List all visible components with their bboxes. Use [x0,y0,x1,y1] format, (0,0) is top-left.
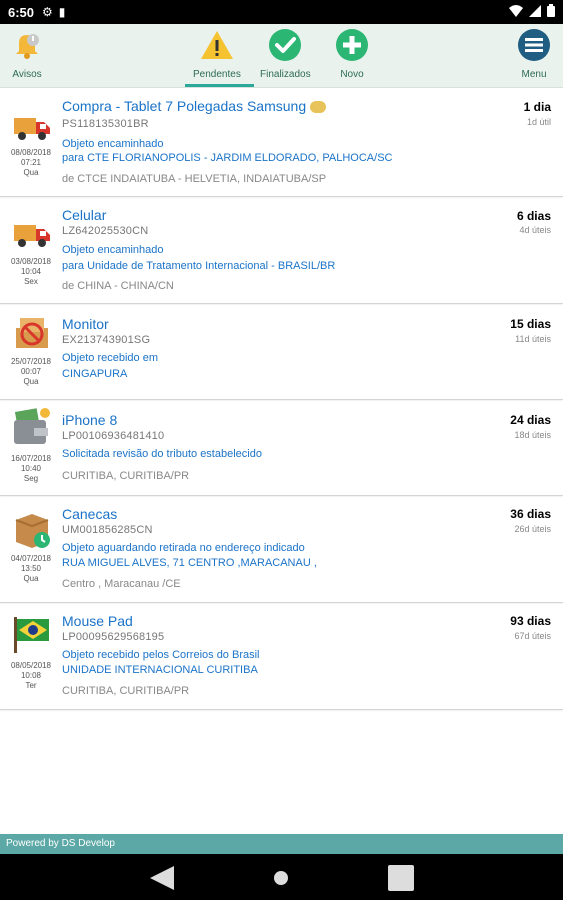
item-title: iPhone 8 [62,412,118,428]
item-title: Monitor [62,316,109,332]
item-days: 1 dia [523,100,551,114]
item-destination: CINGAPURA [62,368,128,380]
item-days: 24 dias [510,413,551,427]
list-item[interactable]: 25/07/2018 00:07 Qua Monitor EX213743901SG… [0,304,563,400]
novo-button[interactable]: Novo [335,28,369,80]
active-tab-indicator [185,84,254,87]
customs-icon [12,314,52,350]
item-destination: RUA MIGUEL ALVES, 71 CENTRO ,MARACANAU , [62,557,317,569]
item-days: 36 dias [510,507,551,521]
item-status: Objeto recebido pelos Correios do Brasil [62,649,260,661]
list-item[interactable]: 04/07/2018 13:50 Qua Canecas UM001856285CN… [0,496,563,603]
item-date: 08/05/2018 10:08 Ter [10,661,52,690]
item-date: 08/08/2018 07:21 Qua [10,148,52,177]
status-bar: 6:50 ⚙ ▮ [0,0,563,24]
item-title: Compra - Tablet 7 Polegadas Samsung [62,98,326,114]
tracking-code: LZ642025530CN [62,225,149,237]
item-origin: CURITIBA, CURITIBA/PR [62,470,190,482]
item-title: Mouse Pad [62,613,133,629]
item-days: 93 dias [510,614,551,628]
sd-card-icon: ▮ [58,5,66,19]
item-date: 16/07/2018 10:40 Seg [10,454,52,483]
list-item[interactable]: 03/08/2018 10:04 Sex Celular LZ642025530CN… [0,197,563,304]
plus-circle-icon [335,28,369,62]
item-business-days: 11d úteis [515,334,551,344]
check-circle-icon [268,28,302,62]
item-business-days: 18d úteis [514,430,551,440]
novo-label: Novo [340,69,364,80]
item-days: 15 dias [510,317,551,331]
powered-by-footer: Powered by DS Develop [0,834,563,854]
item-destination: para CTE FLORIANOPOLIS - JARDIM ELDORADO… [62,152,393,164]
wifi-icon [509,4,523,20]
item-business-days: 26d úteis [514,524,551,534]
item-status: Objeto encaminhado [62,244,164,256]
item-business-days: 1d útil [526,117,551,127]
menu-label: Menu [521,69,547,80]
tab-finalizados-label: Finalizados [260,69,311,80]
item-business-days: 4d úteis [519,225,551,235]
item-business-days: 67d úteis [514,631,551,641]
brazil-flag-icon [12,615,52,653]
item-destination: UNIDADE INTERNACIONAL CURITIBA [62,664,258,676]
menu-button[interactable]: Menu [517,28,551,80]
clock: 6:50 [8,4,35,20]
avisos-label: Avisos [12,69,42,80]
item-origin: CURITIBA, CURITIBA/PR [62,685,190,697]
tracking-code: LP00095629568195 [62,631,165,643]
box-clock-icon [12,510,52,548]
item-date: 03/08/2018 10:04 Sex [10,257,52,286]
list-item[interactable]: 08/08/2018 07:21 Qua Compra - Tablet 7 Pol… [0,88,563,197]
cell-signal-icon [529,4,541,20]
item-status: Objeto encaminhado [62,138,164,150]
toolbar: Avisos Pendentes Finalizados Novo Menu [0,24,563,88]
tracking-code: UM001856285CN [62,524,153,536]
wallet-icon [12,408,52,444]
item-date: 04/07/2018 13:50 Qua [10,554,52,583]
tracking-code: LP00106936481410 [62,430,165,442]
tracking-code: EX213743901SG [62,334,151,346]
bell-icon [10,28,44,62]
android-nav-bar [0,854,563,900]
item-destination: para Unidade de Tratamento Internacional… [62,260,336,272]
item-origin: Centro , Maracanau /CE [62,578,181,590]
item-origin: de CHINA - CHINA/CN [62,280,174,292]
menu-icon [517,28,551,62]
tracking-code: PS118135301BR [62,118,149,130]
item-status: Solicitada revisão do tributo estabeleci… [62,448,262,460]
tab-pendentes[interactable]: Pendentes [193,28,241,80]
item-status: Objeto recebido em [62,352,158,364]
tab-finalizados[interactable]: Finalizados [260,28,311,80]
battery-icon [547,4,555,20]
list-item[interactable]: 16/07/2018 10:40 Seg iPhone 8 LP0010693648… [0,400,563,496]
avisos-button[interactable]: Avisos [10,28,44,80]
truck-icon [12,217,52,253]
truck-icon [12,110,52,146]
tab-pendentes-label: Pendentes [193,69,241,80]
item-status: Objeto aguardando retirada no endereço i… [62,542,305,554]
home-button[interactable] [273,870,289,891]
back-button[interactable] [148,864,176,897]
recents-button[interactable] [387,864,415,897]
item-title: Canecas [62,506,118,522]
package-list: 08/08/2018 07:21 Qua Compra - Tablet 7 Pol… [0,88,563,710]
list-item[interactable]: 08/05/2018 10:08 Ter Mouse Pad LP000956295… [0,603,563,710]
item-date: 25/07/2018 00:07 Qua [10,357,52,386]
warning-icon [200,28,234,62]
item-days: 6 dias [516,209,551,223]
package-emoji-icon [310,101,326,114]
item-origin: de CTCE INDAIATUBA - HELVETIA, INDAIATUB… [62,173,327,185]
item-title: Celular [62,207,107,223]
settings-status-icon: ⚙ [42,5,53,19]
